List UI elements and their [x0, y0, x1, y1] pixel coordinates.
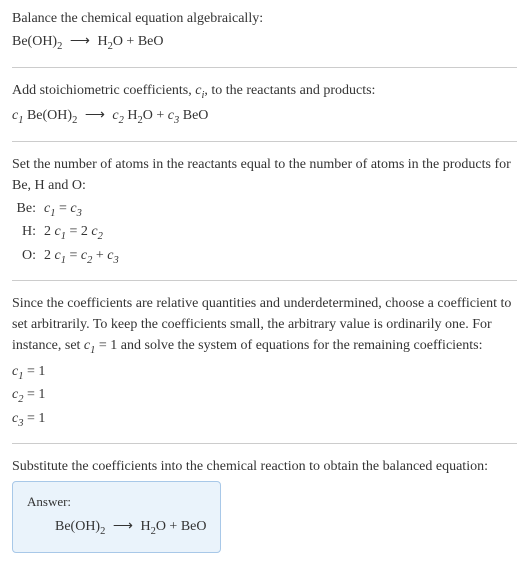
- intro-text: Balance the chemical equation algebraica…: [12, 8, 517, 29]
- intro-equation: Be(OH)2 ⟶ H2O + BeO: [12, 31, 517, 55]
- intro-section: Balance the chemical equation algebraica…: [12, 8, 517, 55]
- answer-rhs: H2O + BeO: [140, 519, 206, 534]
- reactant: Be(OH)2: [12, 34, 62, 49]
- final-text: Substitute the coefficients into the che…: [12, 456, 517, 477]
- atom-row-be: Be: c1 = c3: [12, 198, 517, 222]
- arrow-icon: ⟶: [85, 105, 105, 126]
- arrow-icon: ⟶: [113, 516, 133, 537]
- coeff-item: c1 = 1: [12, 361, 517, 385]
- answer-equation: Be(OH)2 ⟶ H2O + BeO: [27, 516, 206, 540]
- divider: [12, 141, 517, 142]
- coeff-list: c1 = 1 c2 = 1 c3 = 1: [12, 361, 517, 432]
- stoich-section: Add stoichiometric coefficients, ci, to …: [12, 80, 517, 129]
- atoms-section: Set the number of atoms in the reactants…: [12, 154, 517, 269]
- atom-row-o: O: 2 c1 = c2 + c3: [12, 245, 517, 269]
- atom-label: O:: [12, 245, 44, 266]
- atom-label: H:: [12, 221, 44, 242]
- stoich-text: Add stoichiometric coefficients, ci, to …: [12, 80, 517, 104]
- atom-equation: c1 = c3: [44, 198, 82, 222]
- divider: [12, 443, 517, 444]
- products: H2O + BeO: [97, 34, 163, 49]
- coeff-item: c2 = 1: [12, 384, 517, 408]
- atoms-intro: Set the number of atoms in the reactants…: [12, 154, 517, 196]
- divider: [12, 67, 517, 68]
- answer-box: Answer: Be(OH)2 ⟶ H2O + BeO: [12, 481, 221, 552]
- atom-label: Be:: [12, 198, 44, 219]
- answer-label: Answer:: [27, 492, 206, 512]
- final-section: Substitute the coefficients into the che…: [12, 456, 517, 552]
- divider: [12, 280, 517, 281]
- arbitrary-section: Since the coefficients are relative quan…: [12, 293, 517, 431]
- answer-lhs: Be(OH)2: [55, 519, 105, 534]
- atom-equation: 2 c1 = 2 c2: [44, 221, 103, 245]
- arbitrary-text: Since the coefficients are relative quan…: [12, 293, 517, 359]
- arrow-icon: ⟶: [70, 31, 90, 52]
- atom-row-h: H: 2 c1 = 2 c2: [12, 221, 517, 245]
- atoms-table: Be: c1 = c3 H: 2 c1 = 2 c2 O: 2 c1 = c2 …: [12, 198, 517, 269]
- coeff-item: c3 = 1: [12, 408, 517, 432]
- atom-equation: 2 c1 = c2 + c3: [44, 245, 119, 269]
- stoich-equation: c1 Be(OH)2 ⟶ c2 H2O + c3 BeO: [12, 105, 517, 129]
